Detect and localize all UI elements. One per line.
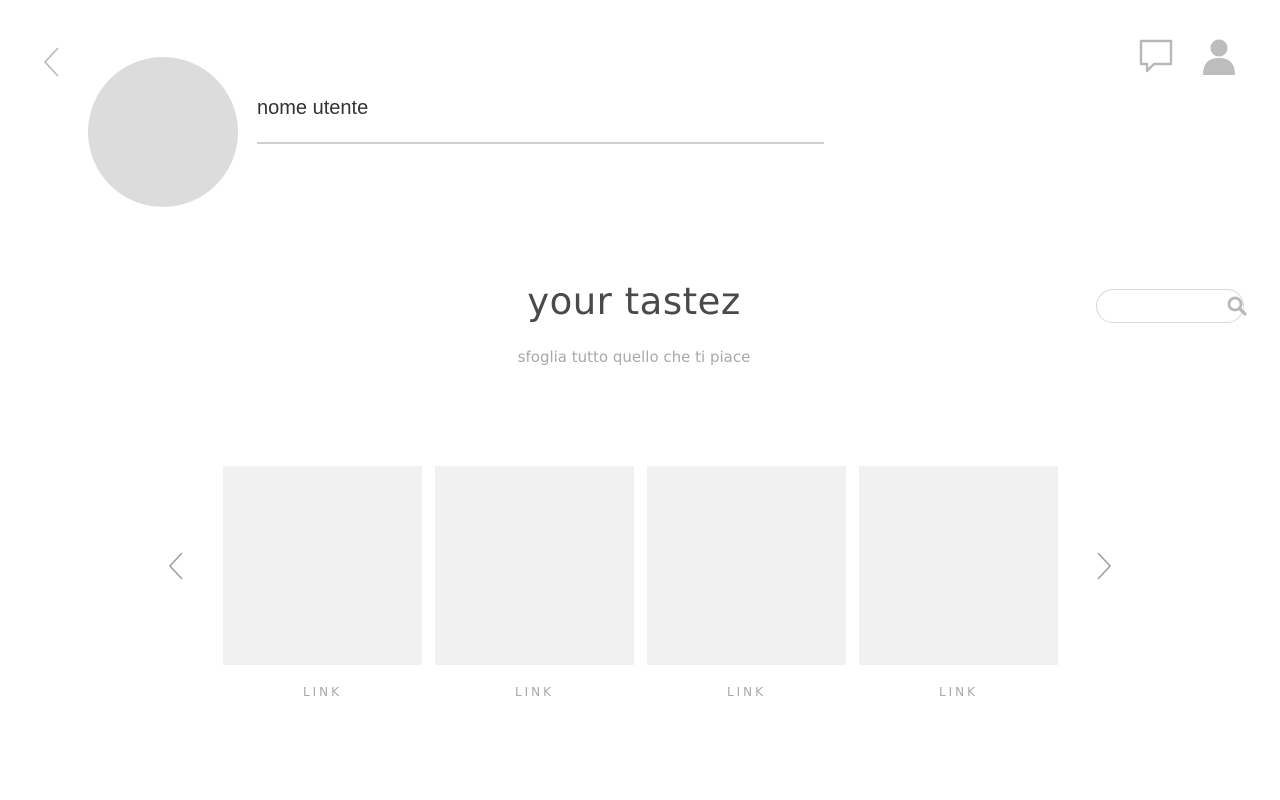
- chevron-left-icon: [43, 47, 59, 77]
- card-image[interactable]: [859, 466, 1058, 665]
- card-link[interactable]: LINK: [435, 685, 634, 699]
- search-box: [1096, 289, 1244, 323]
- messages-button[interactable]: [1138, 38, 1174, 79]
- search-icon: [1227, 296, 1247, 316]
- search-button[interactable]: [1227, 296, 1247, 321]
- chevron-right-icon: [1097, 552, 1112, 580]
- card-image[interactable]: [223, 466, 422, 665]
- profile-button[interactable]: [1202, 38, 1236, 81]
- card-image[interactable]: [647, 466, 846, 665]
- avatar[interactable]: [88, 57, 238, 207]
- back-button[interactable]: [40, 46, 64, 78]
- card-image[interactable]: [435, 466, 634, 665]
- carousel-card[interactable]: LINK: [647, 466, 846, 699]
- carousel-card[interactable]: LINK: [223, 466, 422, 699]
- card-link[interactable]: LINK: [223, 685, 422, 699]
- carousel-next-button[interactable]: [1094, 550, 1114, 582]
- page-title: your tastez: [527, 280, 741, 323]
- profile-page: nome utente your tastez sfoglia tutto qu…: [0, 0, 1280, 800]
- card-link[interactable]: LINK: [859, 685, 1058, 699]
- carousel-card[interactable]: LINK: [859, 466, 1058, 699]
- search-input[interactable]: [1109, 290, 1223, 322]
- user-icon: [1203, 39, 1235, 75]
- username-field[interactable]: nome utente: [257, 96, 824, 144]
- carousel-card[interactable]: LINK: [435, 466, 634, 699]
- top-nav-icons: [1138, 38, 1236, 81]
- chevron-left-icon: [168, 552, 183, 580]
- username-text: nome utente: [257, 97, 369, 119]
- carousel: LINK LINK LINK LINK: [223, 466, 1058, 699]
- page-subtitle: sfoglia tutto quello che ti piace: [517, 348, 751, 366]
- carousel-prev-button[interactable]: [166, 550, 186, 582]
- chat-bubble-icon: [1139, 39, 1173, 73]
- card-link[interactable]: LINK: [647, 685, 846, 699]
